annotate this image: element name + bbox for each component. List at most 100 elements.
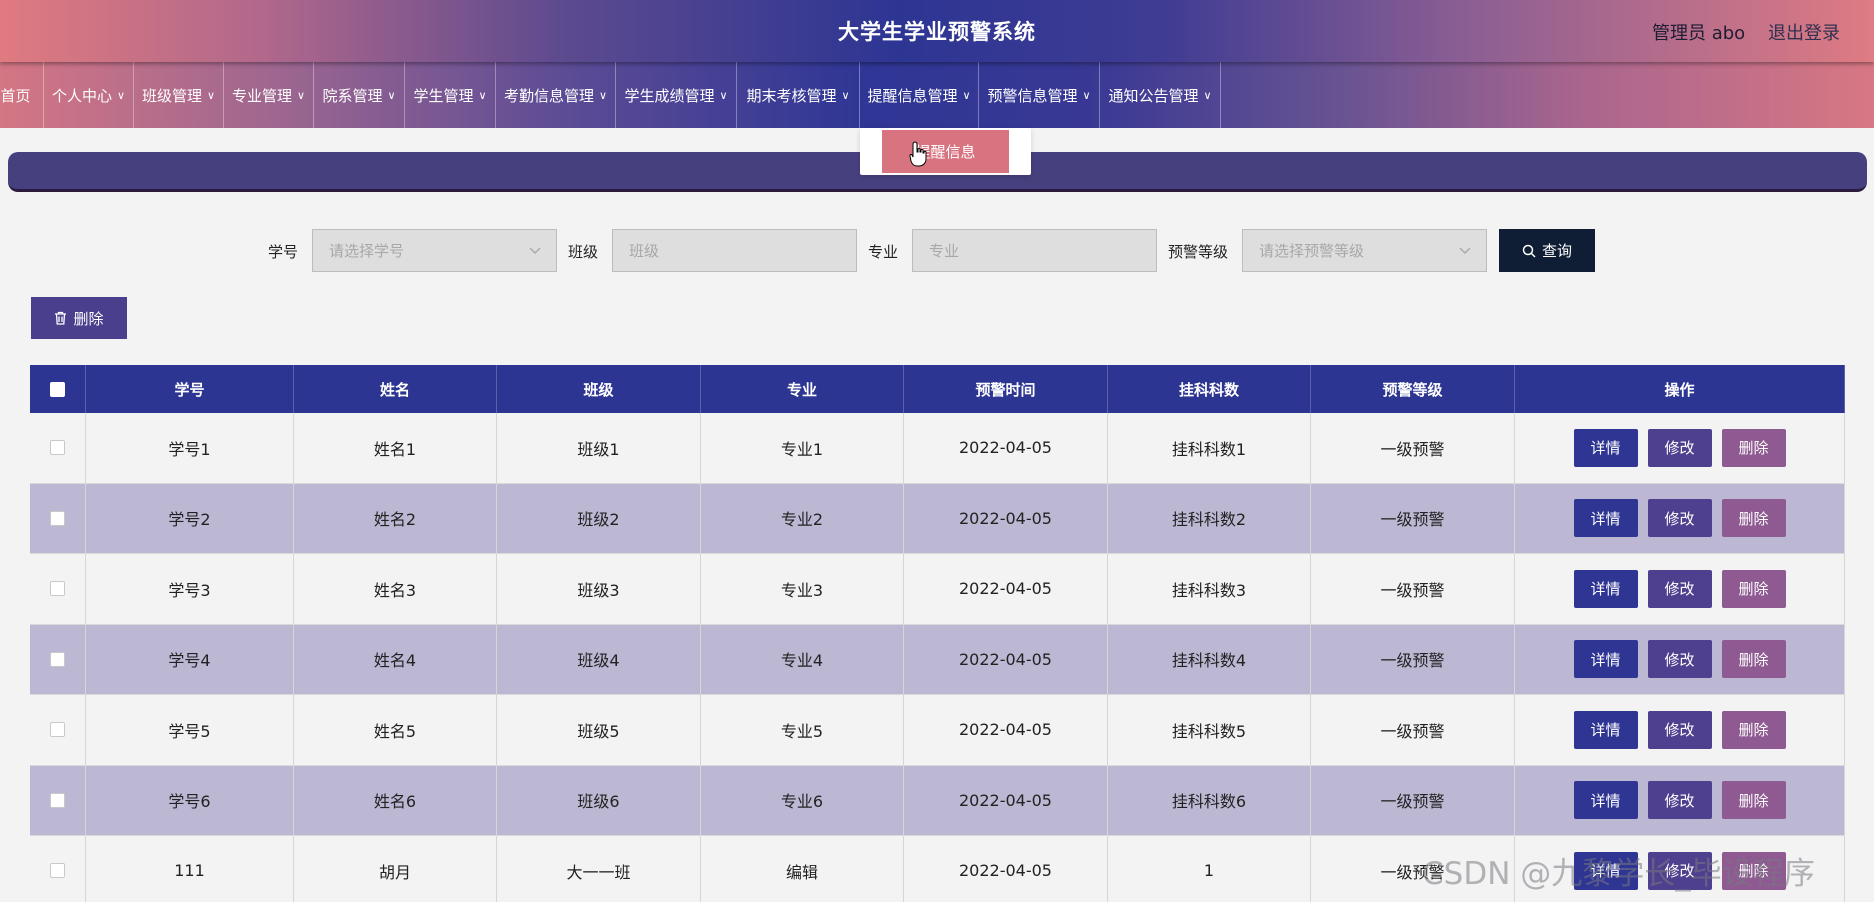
delete-button[interactable]: 删除	[1721, 428, 1786, 467]
nav-item-label: 通知公告管理	[1108, 86, 1199, 105]
table-cell: 班级2	[497, 483, 701, 553]
table-cell: 一级预警	[1311, 695, 1515, 765]
chevron-down-icon: ∨	[598, 88, 608, 102]
class-input[interactable]: 班级	[612, 229, 857, 272]
chevron-down-icon: ∨	[841, 88, 850, 102]
chevron-down-icon: ∨	[387, 88, 396, 102]
row-select-cell	[30, 836, 86, 902]
row-checkbox[interactable]	[50, 863, 65, 879]
nav-item-7[interactable]: 学生成绩管理 ∨	[616, 62, 737, 128]
chevron-down-icon: ∨	[296, 88, 306, 102]
nav-item-label: 提醒信息管理	[867, 86, 958, 105]
detail-button[interactable]: 详情	[1573, 640, 1638, 679]
delete-button[interactable]: 删除	[1721, 499, 1786, 538]
major-input[interactable]: 专业	[912, 229, 1157, 272]
column-header: 专业	[701, 365, 904, 413]
nav-item-0[interactable]: 首页	[0, 62, 44, 128]
edit-button[interactable]: 修改	[1647, 851, 1712, 890]
nav-item-2[interactable]: 班级管理 ∨	[134, 62, 224, 128]
detail-button[interactable]: 详情	[1573, 781, 1638, 820]
row-select-cell	[30, 554, 86, 624]
table-cell: 学号2	[86, 483, 294, 553]
delete-button[interactable]: 删除	[1721, 640, 1786, 679]
edit-button[interactable]: 修改	[1647, 781, 1712, 820]
row-select-cell	[30, 765, 86, 835]
dropdown-item-reminder-info[interactable]: 提醒信息	[882, 130, 1009, 173]
warning-level-select[interactable]: 请选择预警等级	[1242, 229, 1487, 272]
edit-button[interactable]: 修改	[1647, 710, 1712, 749]
delete-button[interactable]: 删除	[1721, 569, 1786, 608]
row-checkbox[interactable]	[50, 792, 65, 808]
chevron-down-icon: ∨	[1203, 88, 1212, 102]
nav-item-5[interactable]: 学生管理 ∨	[405, 62, 496, 128]
edit-button[interactable]: 修改	[1647, 428, 1712, 467]
page-title: 大学生学业预警系统	[838, 20, 1036, 44]
nav-item-11[interactable]: 通知公告管理 ∨	[1100, 62, 1221, 128]
table-cell: 挂科科数3	[1108, 554, 1311, 624]
table-cell: 2022-04-05	[904, 695, 1108, 765]
row-select-cell	[30, 695, 86, 765]
row-actions: 详情 修改 删除	[1515, 624, 1845, 694]
student-id-select[interactable]: 请选择学号	[312, 229, 557, 272]
nav-item-label: 学生成绩管理	[624, 86, 715, 105]
nav-item-6[interactable]: 考勤信息管理 ∨	[496, 62, 616, 128]
chevron-down-icon: ∨	[962, 88, 971, 102]
nav-item-3[interactable]: 专业管理 ∨	[224, 62, 314, 128]
row-select-cell	[30, 483, 86, 553]
batch-delete-button[interactable]: 删除	[31, 297, 127, 339]
nav-item-10[interactable]: 预警信息管理 ∨	[979, 62, 1100, 128]
nav-item-label: 院系管理	[322, 86, 383, 105]
row-checkbox[interactable]	[50, 722, 65, 738]
query-button[interactable]: 查询	[1499, 229, 1595, 272]
detail-button[interactable]: 详情	[1573, 569, 1638, 608]
table-cell: 111	[86, 836, 294, 902]
column-header: 姓名	[294, 365, 497, 413]
detail-button[interactable]: 详情	[1573, 851, 1638, 890]
logout-link[interactable]: 退出登录	[1768, 19, 1840, 45]
table-row: 学号4 姓名4 班级4 专业4 2022-04-05 挂科科数4 一级预警 详情 修改 删除	[30, 624, 1845, 695]
nav-item-label: 首页	[0, 86, 31, 105]
nav-item-1[interactable]: 个人中心 ∨	[44, 62, 134, 128]
table-cell: 学号5	[86, 695, 294, 765]
row-checkbox[interactable]	[50, 510, 65, 526]
row-actions: 详情 修改 删除	[1515, 836, 1845, 902]
row-actions: 详情 修改 删除	[1515, 483, 1845, 553]
select-all-checkbox[interactable]	[50, 381, 65, 397]
row-actions: 详情 修改 删除	[1515, 765, 1845, 835]
column-header: 预警等级	[1311, 365, 1515, 413]
table-cell: 2022-04-05	[904, 413, 1108, 483]
warning-level-placeholder: 请选择预警等级	[1259, 242, 1365, 260]
detail-button[interactable]: 详情	[1573, 710, 1638, 749]
table-cell: 2022-04-05	[904, 624, 1108, 694]
batch-delete-label: 删除	[73, 309, 104, 328]
edit-button[interactable]: 修改	[1647, 640, 1712, 679]
delete-button[interactable]: 删除	[1721, 851, 1786, 890]
table-cell: 专业1	[701, 413, 904, 483]
table-cell: 学号6	[86, 765, 294, 835]
nav-item-8[interactable]: 期末考核管理 ∨	[737, 62, 860, 128]
chevron-down-icon	[1459, 247, 1471, 255]
table-cell: 学号4	[86, 624, 294, 694]
table-cell: 班级5	[497, 695, 701, 765]
table-cell: 专业3	[701, 554, 904, 624]
detail-button[interactable]: 详情	[1573, 499, 1638, 538]
table-cell: 班级6	[497, 765, 701, 835]
nav-item-label: 期末考核管理	[746, 86, 837, 105]
table-cell: 班级3	[497, 554, 701, 624]
edit-button[interactable]: 修改	[1647, 499, 1712, 538]
delete-button[interactable]: 删除	[1721, 781, 1786, 820]
table-row: 学号5 姓名5 班级5 专业5 2022-04-05 挂科科数5 一级预警 详情 修改 删除	[30, 695, 1845, 766]
table-cell: 1	[1108, 836, 1311, 902]
edit-button[interactable]: 修改	[1647, 569, 1712, 608]
delete-button[interactable]: 删除	[1721, 710, 1786, 749]
table-row: 学号2 姓名2 班级2 专业2 2022-04-05 挂科科数2 一级预警 详情 修改 删除	[30, 483, 1845, 554]
row-checkbox[interactable]	[50, 440, 65, 456]
nav-item-4[interactable]: 院系管理 ∨	[314, 62, 405, 128]
student-id-placeholder: 请选择学号	[329, 242, 405, 260]
table-cell: 挂科科数6	[1108, 765, 1311, 835]
table-cell: 胡月	[294, 836, 497, 902]
row-checkbox[interactable]	[50, 581, 65, 597]
row-checkbox[interactable]	[50, 651, 65, 667]
nav-item-9[interactable]: 提醒信息管理 ∨	[860, 62, 979, 128]
detail-button[interactable]: 详情	[1573, 428, 1638, 467]
